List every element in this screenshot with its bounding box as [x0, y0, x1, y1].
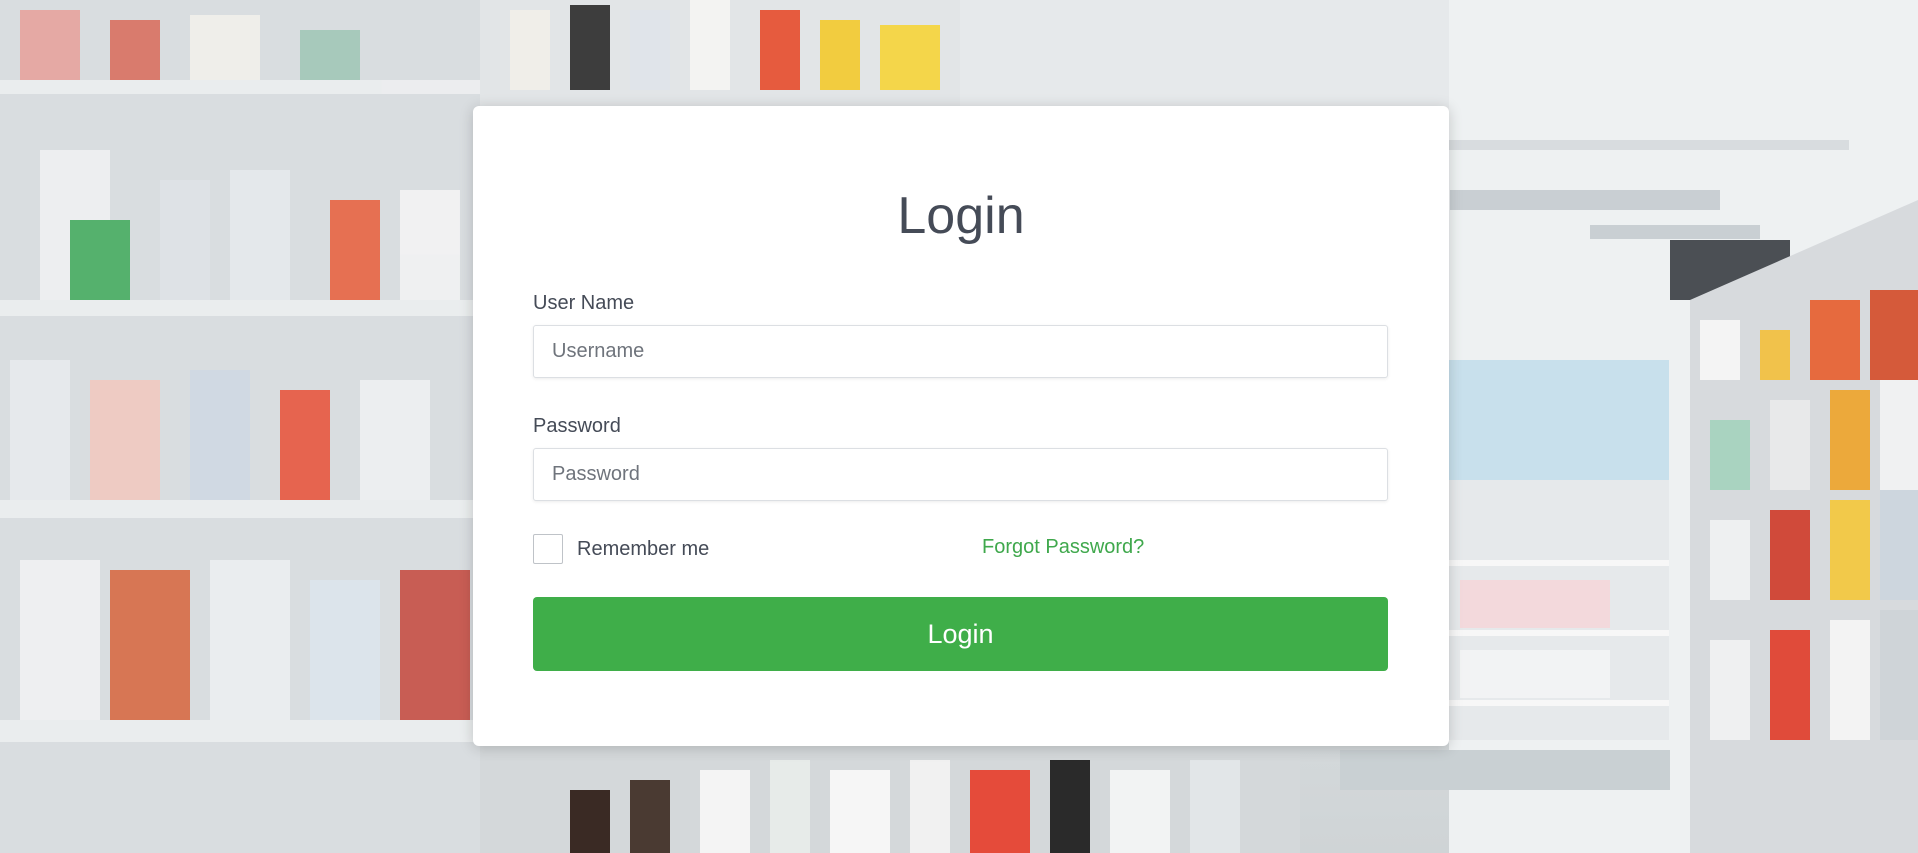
login-button[interactable]: Login — [533, 597, 1388, 671]
password-input[interactable] — [533, 448, 1388, 501]
remember-me-row: Remember me — [533, 534, 709, 564]
forgot-password-link[interactable]: Forgot Password? — [982, 536, 1144, 559]
login-title: Login — [897, 187, 1025, 245]
username-label: User Name — [533, 292, 635, 314]
remember-me-label[interactable]: Remember me — [577, 538, 709, 561]
password-label: Password — [533, 415, 621, 437]
login-card: Login User Name Password Remember me For… — [473, 106, 1449, 746]
username-input[interactable] — [533, 325, 1388, 378]
remember-me-checkbox[interactable] — [533, 534, 563, 564]
